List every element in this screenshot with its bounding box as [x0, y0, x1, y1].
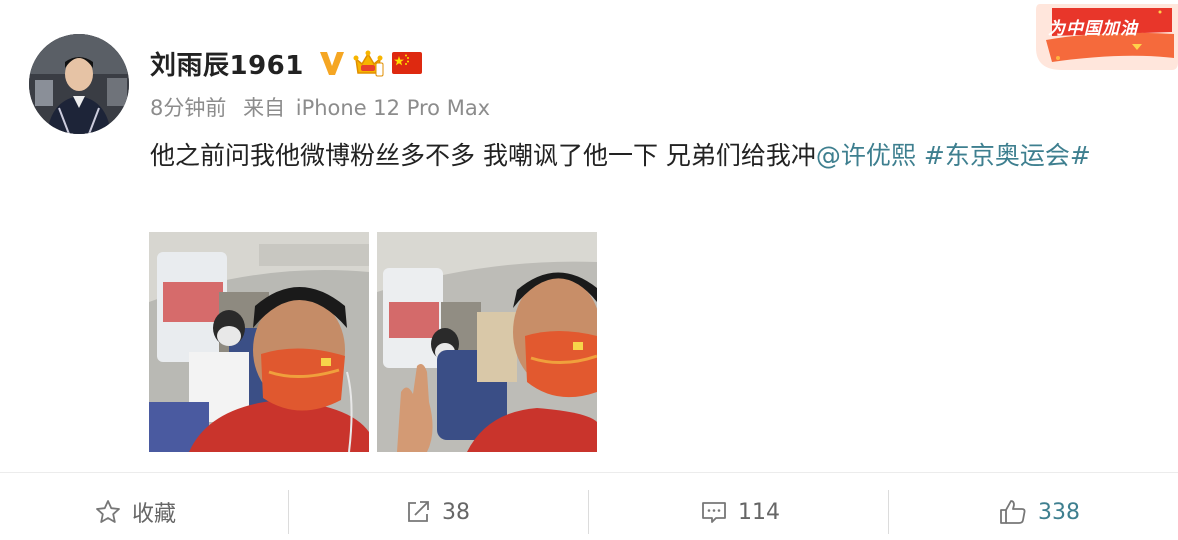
share-button[interactable]: 38	[404, 490, 470, 534]
mention-link[interactable]: @许优熙	[816, 141, 916, 170]
action-separator	[288, 490, 289, 534]
like-count: 338	[1038, 499, 1080, 525]
share-icon	[408, 501, 429, 522]
favorite-button[interactable]: 收藏	[94, 490, 176, 534]
post-image-2[interactable]	[377, 232, 597, 452]
action-bar-divider	[0, 472, 1178, 473]
favorite-label: 收藏	[132, 502, 177, 527]
avatar[interactable]	[29, 34, 129, 134]
topic-badge-text: 为中国加油	[1048, 19, 1138, 39]
username[interactable]: 刘雨辰1961	[150, 45, 304, 82]
action-separator	[888, 490, 889, 534]
post-source-device: iPhone 12 Pro Max	[295, 96, 491, 120]
post-source-prefix: 来自	[243, 96, 286, 120]
verified-v-icon	[319, 52, 344, 75]
china-flag-icon	[391, 52, 422, 74]
comment-count: 114	[738, 499, 780, 525]
star-icon	[96, 500, 120, 523]
crown-icon[interactable]	[352, 47, 384, 79]
topic-badge[interactable]: 为中国加油	[1032, 0, 1178, 76]
post-image-1[interactable]	[149, 232, 369, 452]
share-count: 38	[442, 499, 470, 525]
post-text: 他之前问我他微博粉丝多不多 我嘲讽了他一下 兄弟们给我冲@许优熙 #东京奥运会#	[150, 133, 1150, 179]
post-meta: 8分钟前 来自 iPhone 12 Pro Max	[150, 92, 490, 122]
thumbs-up-icon	[1000, 500, 1026, 524]
author-row: 刘雨辰1961	[150, 44, 422, 82]
post-time: 8分钟前	[150, 96, 227, 120]
action-separator	[588, 490, 589, 534]
topic-link[interactable]: #东京奥运会#	[924, 141, 1091, 170]
comment-button[interactable]: 114	[700, 490, 780, 534]
post-body: 他之前问我他微博粉丝多不多 我嘲讽了他一下 兄弟们给我冲	[150, 141, 816, 170]
comment-icon	[702, 502, 726, 523]
like-button[interactable]: 338	[998, 490, 1080, 534]
